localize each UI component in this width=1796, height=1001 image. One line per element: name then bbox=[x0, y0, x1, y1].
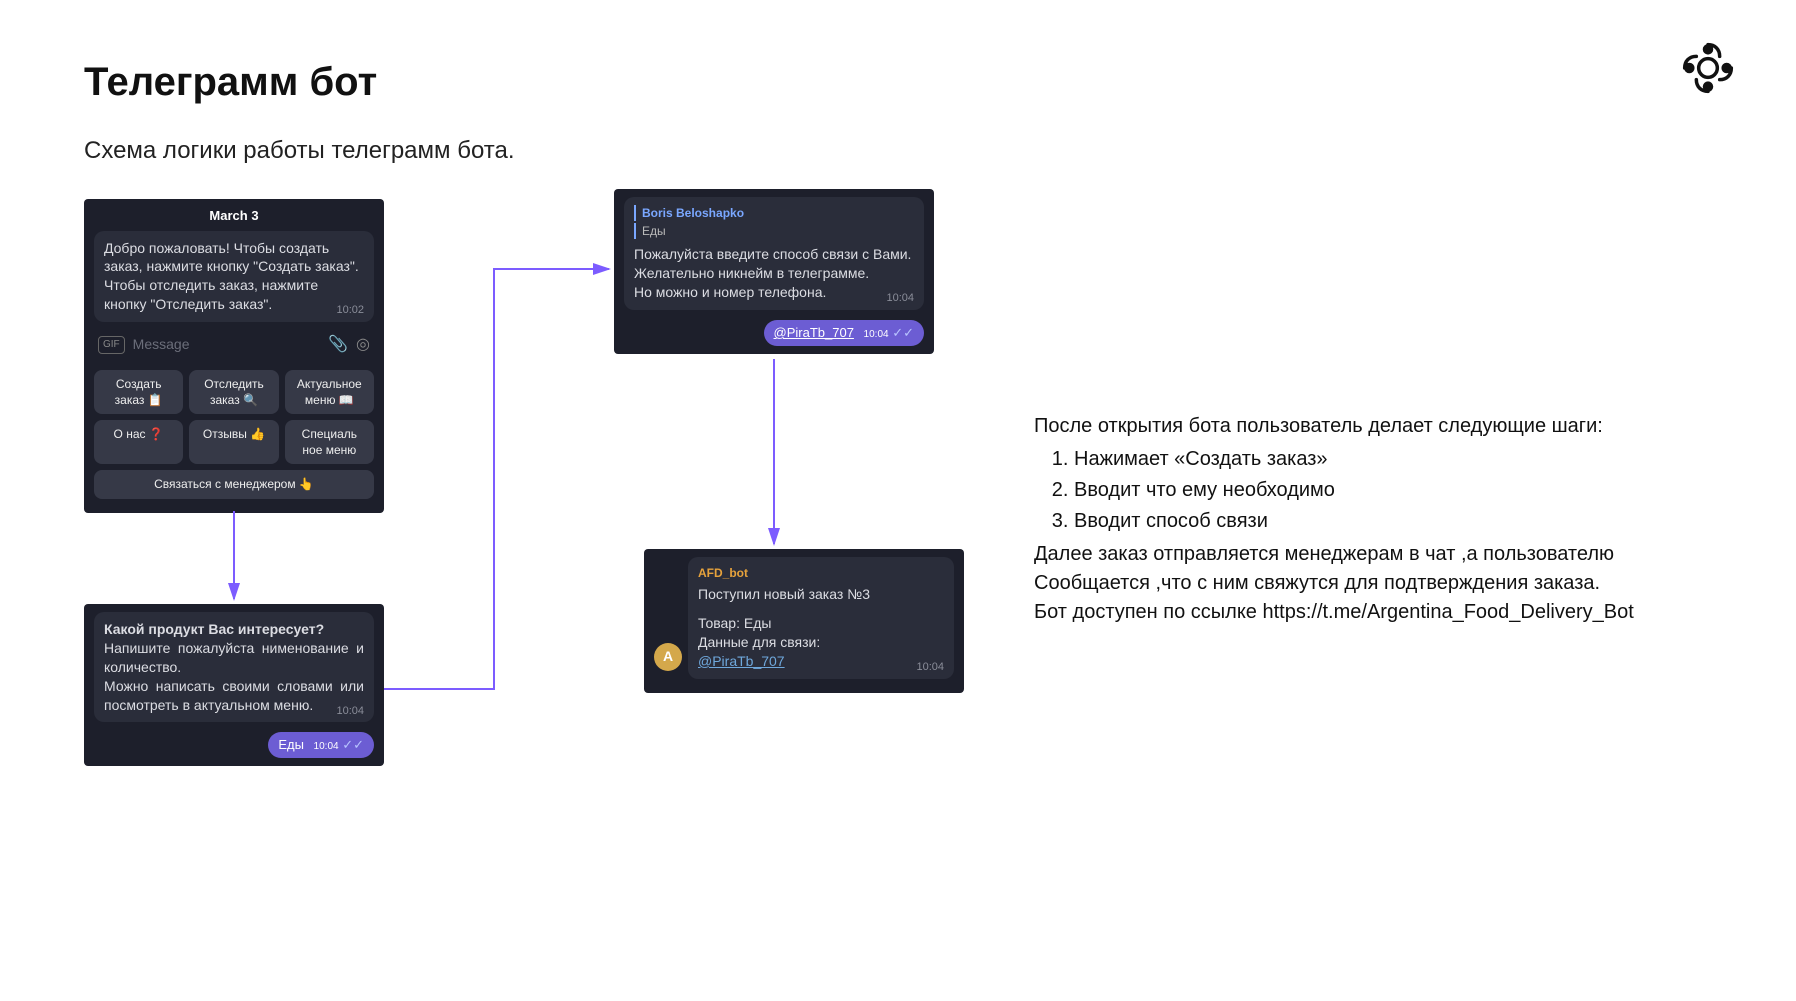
explain-p3: Бот доступен по ссылке https://t.me/Arge… bbox=[1034, 598, 1734, 627]
welcome-message: Добро пожаловать! Чтобы создать заказ, н… bbox=[94, 231, 374, 323]
kb-track-order[interactable]: Отследить заказ 🔍 bbox=[189, 370, 278, 414]
explanation-text: После открытия бота пользователь делает … bbox=[1034, 412, 1734, 627]
product-question-body: Напишите пожалуйста нименование и количе… bbox=[104, 639, 364, 715]
order-line-3: Данные для связи: bbox=[698, 633, 944, 652]
message-input[interactable]: Message bbox=[133, 335, 320, 354]
read-checks-icon: ✓✓ bbox=[342, 737, 364, 752]
message-input-row: GIF Message 📎 ◎ bbox=[94, 328, 374, 362]
message-time: 10:02 bbox=[336, 303, 364, 318]
explain-p2: Сообщается ,что с ним свяжутся для подтв… bbox=[1034, 569, 1734, 598]
bot-avatar: A bbox=[654, 643, 682, 671]
keyboard-grid: Создать заказ 📋 Отследить заказ 🔍 Актуал… bbox=[94, 370, 374, 499]
message-time: 10:04 bbox=[886, 291, 914, 306]
gif-icon[interactable]: GIF bbox=[98, 336, 125, 354]
explain-step: Вводит способ связи bbox=[1074, 507, 1734, 536]
reply-author: Boris Beloshapko bbox=[634, 205, 914, 221]
page-title: Телеграмм бот bbox=[84, 60, 1712, 105]
slide: Телеграмм бот Схема логики работы телегр… bbox=[24, 12, 1772, 989]
telegram-screen-4: A AFD_bot Поступил новый заказ №3 Товар:… bbox=[644, 549, 964, 693]
user-reply-time: 10:04 bbox=[314, 741, 339, 752]
order-line-1: Поступил новый заказ №3 bbox=[698, 585, 944, 604]
explain-step: Вводит что ему необходимо bbox=[1074, 476, 1734, 505]
order-contact-link[interactable]: @PiraTb_707 bbox=[698, 652, 944, 671]
order-notification: A AFD_bot Поступил новый заказ №3 Товар:… bbox=[688, 557, 954, 679]
reply-quote: Еды bbox=[634, 223, 914, 239]
explain-intro: После открытия бота пользователь делает … bbox=[1034, 412, 1734, 441]
user-reply-text: Еды bbox=[278, 737, 304, 752]
read-checks-icon: ✓✓ bbox=[892, 325, 914, 340]
explain-p1: Далее заказ отправляется менеджерам в ча… bbox=[1034, 540, 1734, 569]
kb-menu[interactable]: Актуальное меню 📖 bbox=[285, 370, 374, 414]
telegram-screen-1: March 3 Добро пожаловать! Чтобы создать … bbox=[84, 199, 384, 513]
order-line-2: Товар: Еды bbox=[698, 614, 944, 633]
bot-name: AFD_bot bbox=[698, 565, 944, 581]
page-subtitle: Схема логики работы телеграмм бота. bbox=[84, 137, 1712, 165]
message-time: 10:04 bbox=[336, 704, 364, 719]
brand-logo-icon bbox=[1680, 40, 1736, 96]
welcome-text: Добро пожаловать! Чтобы создать заказ, н… bbox=[104, 240, 359, 313]
attach-icon[interactable]: 📎 bbox=[328, 334, 348, 356]
telegram-screen-3: Boris Beloshapko Еды Пожалуйста введите … bbox=[614, 189, 934, 354]
contact-question: Boris Beloshapko Еды Пожалуйста введите … bbox=[624, 197, 924, 310]
product-question: Какой продукт Вас интересует? Напишите п… bbox=[94, 612, 374, 722]
product-question-title: Какой продукт Вас интересует? bbox=[104, 621, 324, 637]
user-reply-text: @PiraTb_707 bbox=[774, 325, 854, 340]
mic-icon[interactable]: ◎ bbox=[356, 334, 370, 356]
user-reply: Еды 10:04 ✓✓ bbox=[268, 732, 374, 758]
telegram-screen-2: Какой продукт Вас интересует? Напишите п… bbox=[84, 604, 384, 766]
kb-create-order[interactable]: Создать заказ 📋 bbox=[94, 370, 183, 414]
date-label: March 3 bbox=[94, 207, 374, 225]
message-time: 10:04 bbox=[916, 660, 944, 675]
kb-about[interactable]: О нас ❓ bbox=[94, 420, 183, 464]
user-reply-time: 10:04 bbox=[864, 329, 889, 340]
contact-question-body: Пожалуйста введите способ связи с Вами. … bbox=[634, 246, 911, 300]
user-reply: @PiraTb_707 10:04 ✓✓ bbox=[764, 320, 924, 346]
kb-special[interactable]: Специаль ное меню bbox=[285, 420, 374, 464]
kb-contact-manager[interactable]: Связаться с менеджером 👆 bbox=[94, 470, 374, 498]
explain-step: Нажимает «Создать заказ» bbox=[1074, 445, 1734, 474]
kb-reviews[interactable]: Отзывы 👍 bbox=[189, 420, 278, 464]
